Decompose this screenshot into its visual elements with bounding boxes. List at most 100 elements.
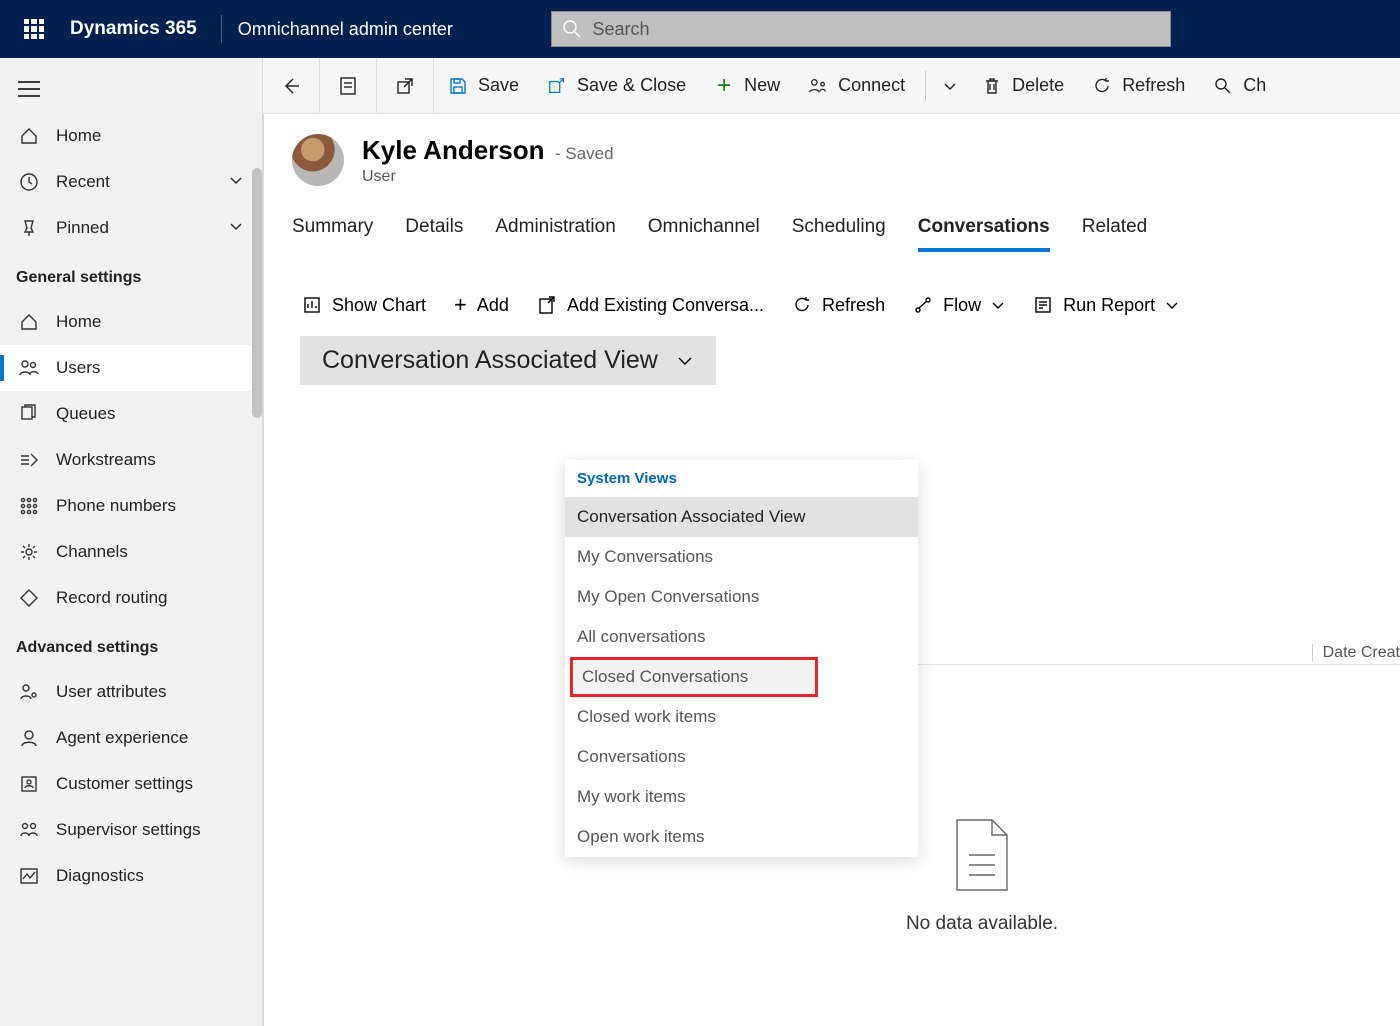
sidebar-item-pinned[interactable]: Pinned: [0, 205, 262, 251]
subgrid-refresh-button[interactable]: Refresh: [792, 295, 885, 316]
sidebar-item-phone-numbers[interactable]: Phone numbers: [0, 483, 262, 529]
search-icon: [562, 19, 582, 39]
tab-related[interactable]: Related: [1082, 216, 1148, 252]
popout-icon: [395, 76, 415, 96]
report-icon: [1033, 295, 1053, 315]
connect-icon: [808, 76, 828, 96]
home-icon: [18, 311, 40, 333]
subgrid-commands: Show Chart + Add Add Existing Conversa..…: [292, 292, 1400, 318]
run-report-button[interactable]: Run Report: [1033, 295, 1179, 316]
subgrid-refresh-label: Refresh: [822, 295, 885, 316]
add-existing-button[interactable]: Add Existing Conversa...: [537, 295, 764, 316]
tab-omnichannel[interactable]: Omnichannel: [648, 216, 760, 252]
task-icon: [338, 76, 358, 96]
sidebar-item-label: Channels: [56, 542, 128, 562]
new-label: New: [744, 75, 780, 96]
dropdown-item[interactable]: My Open Conversations: [565, 577, 918, 617]
sidebar-item-channels[interactable]: Channels: [0, 529, 262, 575]
view-dropdown: System Views Conversation Associated Vie…: [565, 460, 918, 857]
tab-details[interactable]: Details: [405, 216, 463, 252]
search-shield-icon: [1213, 76, 1233, 96]
trash-icon: [982, 76, 1002, 96]
sidebar-item-workstreams[interactable]: Workstreams: [0, 437, 262, 483]
record-tabs: Summary Details Administration Omnichann…: [292, 216, 1400, 252]
delete-button[interactable]: Delete: [968, 58, 1078, 114]
tab-conversations[interactable]: Conversations: [918, 216, 1050, 252]
workstream-icon: [18, 449, 40, 471]
flow-button[interactable]: Flow: [913, 295, 1005, 316]
document-icon: [947, 815, 1017, 895]
refresh-button[interactable]: Refresh: [1078, 58, 1199, 114]
save-close-icon: [547, 76, 567, 96]
app-name: Omnichannel admin center: [238, 19, 453, 40]
dropdown-item[interactable]: My work items: [565, 777, 918, 817]
view-selector[interactable]: Conversation Associated View: [300, 336, 716, 385]
save-close-label: Save & Close: [577, 75, 686, 96]
sidebar-scrollbar[interactable]: [252, 168, 262, 418]
save-button[interactable]: Save: [434, 58, 533, 114]
refresh-icon: [792, 295, 812, 315]
sidebar-item-diagnostics[interactable]: Diagnostics: [0, 853, 262, 899]
tab-administration[interactable]: Administration: [495, 216, 615, 252]
sidebar-item-label: Users: [56, 358, 100, 378]
sidebar-toggle[interactable]: [0, 70, 262, 113]
plus-icon: +: [454, 292, 467, 318]
sidebar-item-users[interactable]: Users: [0, 345, 262, 391]
dropdown-item[interactable]: Conversations: [565, 737, 918, 777]
sidebar-item-record-routing[interactable]: Record routing: [0, 575, 262, 621]
dropdown-item[interactable]: Conversation Associated View: [565, 497, 918, 537]
add-button[interactable]: + Add: [454, 292, 509, 318]
chevron-down-icon: [991, 298, 1005, 312]
add-existing-label: Add Existing Conversa...: [567, 295, 764, 316]
sidebar: Home Recent Pinned General settings Home…: [0, 58, 263, 1026]
record-title: Kyle Anderson: [362, 135, 545, 165]
connect-button[interactable]: Connect: [794, 58, 919, 114]
nav-group-general: General settings: [0, 251, 262, 299]
sidebar-item-label: Record routing: [56, 588, 168, 608]
sidebar-item-agent-experience[interactable]: Agent experience: [0, 715, 262, 761]
sidebar-item-label: Workstreams: [56, 450, 156, 470]
sidebar-item-recent[interactable]: Recent: [0, 159, 262, 205]
tab-scheduling[interactable]: Scheduling: [792, 216, 886, 252]
sidebar-item-home2[interactable]: Home: [0, 299, 262, 345]
sidebar-item-queues[interactable]: Queues: [0, 391, 262, 437]
empty-message: No data available.: [906, 913, 1058, 935]
popout-button[interactable]: [377, 58, 434, 114]
customer-icon: [18, 773, 40, 795]
dropdown-item-highlighted[interactable]: Closed Conversations: [570, 657, 818, 697]
dropdown-item[interactable]: All conversations: [565, 617, 918, 657]
users-icon: [18, 357, 40, 379]
plus-icon: +: [714, 76, 734, 96]
divider: [221, 15, 222, 43]
sidebar-item-label: Supervisor settings: [56, 820, 201, 840]
new-button[interactable]: + New: [700, 58, 794, 114]
record-status: - Saved: [555, 144, 614, 163]
refresh-icon: [1092, 76, 1112, 96]
task-button[interactable]: [320, 58, 377, 114]
search-input[interactable]: [592, 19, 1170, 40]
delete-label: Delete: [1012, 75, 1064, 96]
connect-chevron[interactable]: [932, 58, 968, 114]
sidebar-item-supervisor-settings[interactable]: Supervisor settings: [0, 807, 262, 853]
column-date-created[interactable]: Date Creat: [1312, 644, 1400, 662]
tab-summary[interactable]: Summary: [292, 216, 373, 252]
check-access-button[interactable]: Ch: [1199, 58, 1280, 114]
sidebar-item-home[interactable]: Home: [0, 113, 262, 159]
global-search[interactable]: [551, 11, 1171, 47]
sidebar-item-user-attributes[interactable]: User attributes: [0, 669, 262, 715]
sidebar-item-customer-settings[interactable]: Customer settings: [0, 761, 262, 807]
dropdown-item[interactable]: My Conversations: [565, 537, 918, 577]
home-icon: [18, 125, 40, 147]
save-label: Save: [478, 75, 519, 96]
dropdown-item[interactable]: Closed work items: [565, 697, 918, 737]
dropdown-item[interactable]: Open work items: [565, 817, 918, 857]
sidebar-item-label: Agent experience: [56, 728, 188, 748]
save-close-button[interactable]: Save & Close: [533, 58, 700, 114]
app-launcher[interactable]: [10, 0, 58, 58]
chart-icon: [302, 295, 322, 315]
show-chart-button[interactable]: Show Chart: [302, 295, 426, 316]
sidebar-item-label: Customer settings: [56, 774, 193, 794]
connect-label: Connect: [838, 75, 905, 96]
back-button[interactable]: [263, 58, 320, 114]
sidebar-item-label: Recent: [56, 172, 110, 192]
